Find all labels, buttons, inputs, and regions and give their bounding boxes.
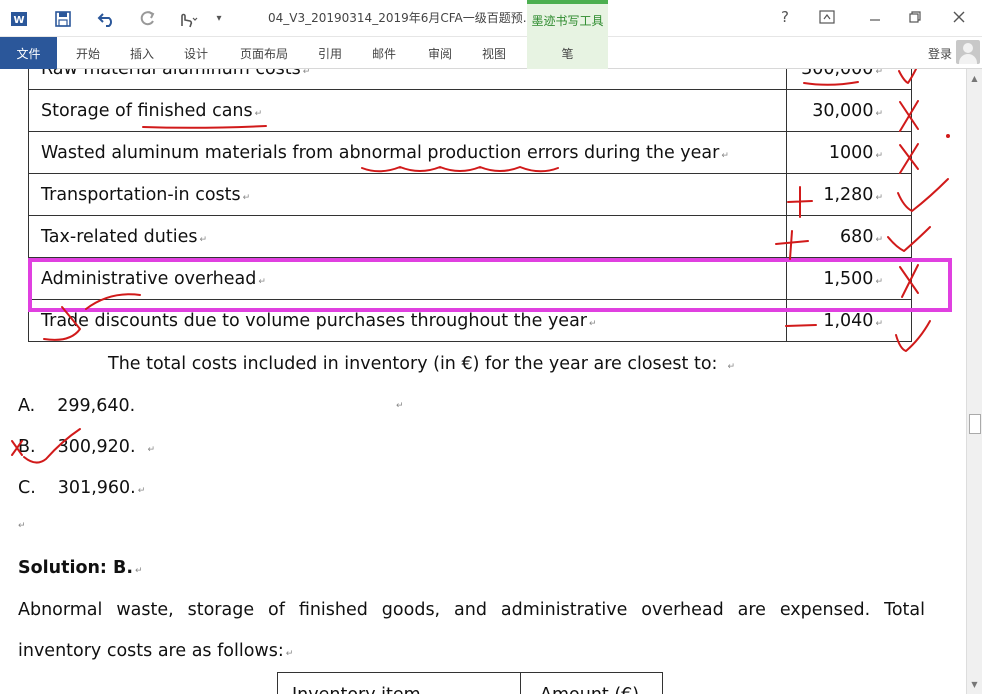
inventory-header-amount: Amount (€) — [540, 685, 639, 694]
scroll-up-icon[interactable]: ▲ — [967, 71, 982, 86]
table-row: Tax-related duties ↵ 680 ↵ — [28, 215, 912, 258]
word-icon[interactable]: W — [4, 4, 34, 34]
title-bar: W ▾ 04_V3_20190314_2019年6月CFA一级百题预... 墨迹… — [0, 0, 982, 37]
save-icon[interactable] — [48, 4, 78, 34]
table-row: Raw material aluminum costs↵ 300,000↵ — [28, 69, 912, 90]
tab-file[interactable]: 文件 — [0, 37, 57, 69]
table-cell-item: Tax-related duties — [41, 226, 198, 247]
table-cell-amount: 1,040 — [823, 310, 874, 331]
ribbon-tabs: 文件 开始 插入 设计 页面布局 引用 邮件 审阅 视图 笔 登录 — [0, 37, 982, 69]
option-c[interactable]: C. 301,960. ↵ — [18, 478, 145, 498]
touch-mode-icon[interactable] — [172, 4, 202, 34]
table-cell-amount: 1000 — [828, 142, 874, 163]
question-text: The total costs included in inventory (i… — [108, 354, 718, 374]
quick-access-toolbar: W ▾ — [4, 0, 234, 37]
word-window: W ▾ 04_V3_20190314_2019年6月CFA一级百题预... 墨迹… — [0, 0, 982, 694]
solution-line-1: Abnormal waste, storage of finished good… — [18, 600, 925, 620]
table-cell-amount: 30,000 — [812, 100, 874, 121]
table-row: Storage of finished cans ↵ 30,000 ↵ — [28, 89, 912, 132]
minimize-icon[interactable] — [860, 4, 890, 30]
avatar[interactable] — [956, 40, 980, 64]
vertical-scrollbar[interactable]: ▲ ▼ — [966, 69, 982, 694]
table-cell-item: Trade discounts due to volume purchases … — [41, 310, 587, 331]
tab-review[interactable]: 审阅 — [418, 37, 462, 69]
option-value: 299,640. — [57, 396, 136, 416]
table-cell-item: Transportation-in costs — [41, 184, 241, 205]
tab-view[interactable]: 视图 — [472, 37, 516, 69]
solution-line-2: inventory costs are as follows: — [18, 641, 284, 661]
redo-icon[interactable] — [132, 4, 162, 34]
undo-icon[interactable] — [92, 4, 122, 34]
close-icon[interactable] — [944, 4, 974, 30]
tab-home[interactable]: 开始 — [66, 37, 110, 69]
customize-qat-icon[interactable]: ▾ — [204, 4, 234, 34]
inventory-header-item: Inventory item — [292, 685, 421, 694]
tab-pen[interactable]: 笔 — [527, 37, 608, 69]
table-row: Wasted aluminum materials from abnormal … — [28, 131, 912, 174]
tab-insert[interactable]: 插入 — [120, 37, 164, 69]
option-b[interactable]: B. 300,920. ↵ — [18, 437, 155, 457]
table-cell-amount: 300,000 — [801, 69, 873, 79]
help-button[interactable]: ? — [770, 4, 800, 30]
tab-references[interactable]: 引用 — [308, 37, 352, 69]
table-cell-amount: 680 — [840, 226, 874, 247]
restore-icon[interactable] — [900, 4, 930, 30]
svg-text:W: W — [13, 15, 24, 26]
sign-in-link[interactable]: 登录 — [928, 45, 952, 62]
option-letter: A. — [18, 396, 36, 416]
document-title: 04_V3_20190314_2019年6月CFA一级百题预... — [268, 11, 535, 25]
document-canvas[interactable]: Raw material aluminum costs↵ 300,000↵ St… — [0, 69, 966, 694]
tab-mailings[interactable]: 邮件 — [362, 37, 406, 69]
highlight-box — [28, 258, 952, 312]
option-a[interactable]: A. 299,640. — [18, 396, 135, 416]
tab-design[interactable]: 设计 — [174, 37, 218, 69]
option-letter: C. — [18, 478, 36, 498]
table-row: Transportation-in costs ↵ 1,280 ↵ — [28, 173, 912, 216]
table-cell-item: Storage of finished cans — [41, 100, 253, 121]
tab-page-layout[interactable]: 页面布局 — [234, 37, 294, 69]
inventory-table: Inventory item Amount (€) — [277, 672, 663, 694]
option-value: 301,960. — [57, 478, 136, 498]
scroll-down-icon[interactable]: ▼ — [967, 677, 982, 692]
solution-heading: Solution: B. — [18, 558, 134, 578]
ribbon-display-options-icon[interactable] — [812, 4, 842, 30]
table-cell-item: Wasted aluminum materials from abnormal … — [41, 142, 720, 163]
option-value: 300,920. — [57, 437, 136, 457]
table-cell-item: Raw material aluminum costs — [41, 69, 301, 79]
scroll-thumb[interactable] — [969, 414, 981, 434]
table-cell-amount: 1,280 — [823, 184, 874, 205]
option-letter: B. — [18, 437, 36, 457]
ink-tools-context-title: 墨迹书写工具 — [527, 0, 608, 37]
